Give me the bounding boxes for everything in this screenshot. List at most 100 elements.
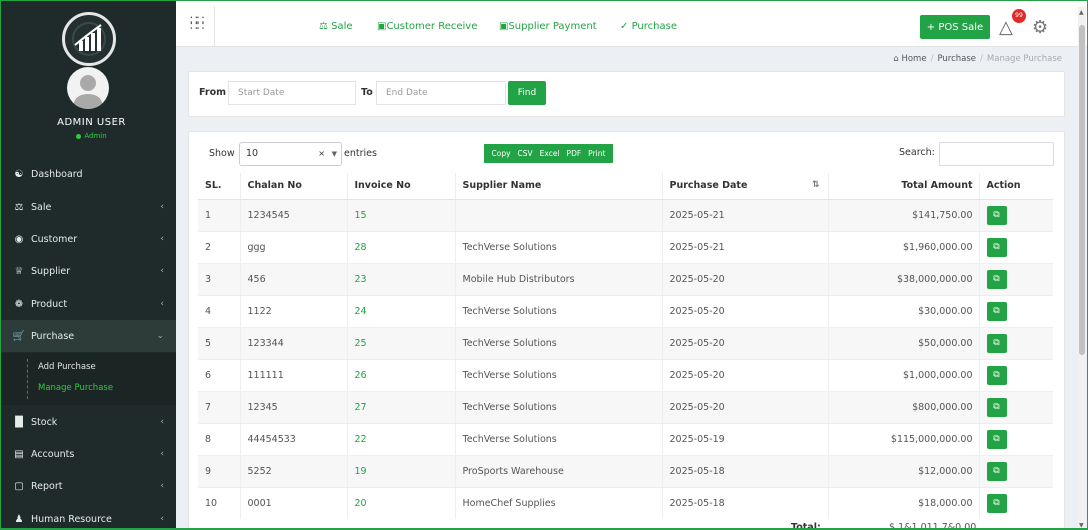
cell-invoice-no[interactable]: 28 <box>346 230 455 263</box>
topbar-link-purchase[interactable]: ✓ Purchase <box>620 21 677 32</box>
cell-purchase-date: 2025-05-18 <box>661 486 828 519</box>
cell-invoice-no[interactable]: 27 <box>346 390 455 423</box>
table-row: 8 44454533 22 TechVerse Solutions 2025-05-19… <box>198 422 1053 455</box>
sidebar-item-dashboard[interactable]: ☯ Dashboard <box>1 158 176 190</box>
column-header-total-amount[interactable]: Total Amount <box>827 173 979 200</box>
column-header-invoice-no[interactable]: Invoice No <box>346 173 455 200</box>
cell-supplier-name: TechVerse Solutions <box>454 358 662 391</box>
pos-sale-button[interactable]: + POS Sale <box>920 15 990 39</box>
excel-button[interactable]: Excel <box>536 149 563 158</box>
sidebar-item-label: Report <box>31 480 63 492</box>
app-logo[interactable] <box>62 12 116 66</box>
user-name: ADMIN USER <box>57 117 126 128</box>
cell-action: ⧉ <box>978 358 1053 391</box>
column-header-sl[interactable]: SL. <box>198 173 240 200</box>
cell-invoice-no[interactable]: 22 <box>346 422 455 455</box>
column-header-purchase-date[interactable]: Purchase Date ⇅ <box>661 173 828 200</box>
topbar-link-customer-receive[interactable]: ▣Customer Receive <box>377 21 477 32</box>
pdf-button[interactable]: PDF <box>563 149 585 158</box>
cell-invoice-no[interactable]: 19 <box>346 454 455 487</box>
online-dot-icon <box>76 133 82 139</box>
scroll-up-icon[interactable]: ▲ <box>1079 9 1084 16</box>
view-details-icon[interactable]: ⧉ <box>986 397 1007 417</box>
column-header-supplier-name[interactable]: Supplier Name <box>454 173 662 200</box>
cell-chalan-no: ggg <box>239 230 347 263</box>
breadcrumb-home[interactable]: Home <box>901 54 926 64</box>
scroll-down-icon[interactable]: ▼ <box>1079 522 1084 528</box>
clear-icon[interactable]: × <box>318 143 325 165</box>
view-details-icon[interactable]: ⧉ <box>986 301 1007 321</box>
chevron-left-icon: ‹ <box>160 202 164 212</box>
avatar[interactable] <box>67 67 109 109</box>
sidebar-item-label: Sale <box>31 201 52 213</box>
to-label: To <box>361 87 373 98</box>
start-date-input[interactable]: Start Date <box>228 81 356 105</box>
sidebar-item-human-resource[interactable]: ♟ Human Resource ‹ <box>1 503 176 528</box>
topbar-link-sale[interactable]: ⚖ Sale <box>319 21 353 32</box>
warning-icon[interactable]: △ <box>999 17 1013 38</box>
sidebar-subitem-manage-purchase[interactable]: Manage Purchase <box>38 383 113 393</box>
chevron-left-icon: ‹ <box>160 266 164 276</box>
cell-supplier-name: HomeChef Supplies <box>454 486 662 519</box>
copy-button[interactable]: Copy <box>488 149 514 158</box>
breadcrumb-current: Manage Purchase <box>986 54 1062 64</box>
table-row: 9 5252 19 ProSports Warehouse 2025-05-18 $12,… <box>198 454 1053 487</box>
topbar-link-label: Customer Receive <box>386 21 478 32</box>
cell-action: ⧉ <box>978 454 1053 487</box>
report-icon: ▢ <box>14 480 24 492</box>
sidebar-item-report[interactable]: ▢ Report ‹ <box>1 470 176 502</box>
sidebar-item-customer[interactable]: ◉ Customer ‹ <box>1 223 176 255</box>
end-date-input[interactable]: End Date <box>376 81 506 105</box>
csv-button[interactable]: CSV <box>514 149 536 158</box>
sidebar-item-label: Accounts <box>31 448 75 460</box>
hr-icon: ♟ <box>14 513 24 525</box>
cell-chalan-no: 0001 <box>239 486 347 519</box>
sidebar-item-label: Purchase <box>31 330 75 342</box>
breadcrumb-section[interactable]: Purchase <box>937 54 976 64</box>
view-details-icon[interactable]: ⧉ <box>986 365 1007 385</box>
entries-select[interactable]: 10 × ▼ <box>239 142 342 166</box>
dashboard-icon: ☯ <box>14 168 24 180</box>
view-details-icon[interactable]: ⧉ <box>986 269 1007 289</box>
search-input[interactable] <box>939 142 1054 166</box>
find-button[interactable]: Find <box>508 81 546 105</box>
view-details-icon[interactable]: ⧉ <box>986 205 1007 225</box>
cell-invoice-no[interactable]: 26 <box>346 358 455 391</box>
gear-icon[interactable]: ⚙ <box>1032 17 1048 38</box>
sidebar: ADMIN USER Admin ☯ Dashboard ⚖ Sale ‹ ◉ Cust… <box>1 1 176 528</box>
view-details-icon[interactable]: ⧉ <box>986 429 1007 449</box>
cell-action: ⧉ <box>978 262 1053 295</box>
cell-invoice-no[interactable]: 24 <box>346 294 455 327</box>
sidebar-item-purchase[interactable]: 🛒 Purchase ⌄ <box>1 320 176 352</box>
export-button-group: Copy CSV Excel PDF Print <box>484 144 613 163</box>
grid-menu-icon[interactable]: ∷∷ ∷∷ <box>190 14 204 32</box>
sort-icon[interactable]: ⇅ <box>812 180 820 190</box>
view-details-icon[interactable]: ⧉ <box>986 493 1007 513</box>
table-row: 3 456 23 Mobile Hub Distributors 2025-05-20 $… <box>198 262 1053 295</box>
scrollbar-thumb[interactable] <box>1079 25 1085 355</box>
table-row: 6 111111 26 TechVerse Solutions 2025-05-20 $1… <box>198 358 1053 391</box>
sidebar-item-sale[interactable]: ⚖ Sale ‹ <box>1 191 176 223</box>
cell-invoice-no[interactable]: 25 <box>346 326 455 359</box>
view-details-icon[interactable]: ⧉ <box>986 237 1007 257</box>
sidebar-item-accounts[interactable]: ▤ Accounts ‹ <box>1 438 176 470</box>
topbar-link-label: Supplier Payment <box>508 21 597 32</box>
page-scrollbar[interactable]: ▲ ▼ <box>1078 7 1086 528</box>
search-label: Search: <box>899 147 935 158</box>
cell-invoice-no[interactable]: 23 <box>346 262 455 295</box>
chevron-left-icon: ‹ <box>160 481 164 491</box>
cell-invoice-no[interactable]: 15 <box>346 198 455 231</box>
sidebar-item-product[interactable]: ❁ Product ‹ <box>1 288 176 320</box>
topbar-link-supplier-payment[interactable]: ▣Supplier Payment <box>499 21 597 32</box>
sidebar-item-supplier[interactable]: ♕ Supplier ‹ <box>1 255 176 287</box>
sidebar-subitem-add-purchase[interactable]: Add Purchase <box>38 362 96 372</box>
cell-invoice-no[interactable]: 20 <box>346 486 455 519</box>
print-button[interactable]: Print <box>585 149 609 158</box>
sidebar-item-stock[interactable]: █ Stock ‹ <box>1 406 176 438</box>
table-row: 1 1234545 15 2025-05-21 $141,750.00 ⧉ <box>198 198 1053 231</box>
column-header-chalan-no[interactable]: Chalan No <box>239 173 347 200</box>
view-details-icon[interactable]: ⧉ <box>986 461 1007 481</box>
cell-total-amount: $1,000,000.00 <box>827 358 979 391</box>
view-details-icon[interactable]: ⧉ <box>986 333 1007 353</box>
sidebar-item-label: Human Resource <box>31 513 112 525</box>
